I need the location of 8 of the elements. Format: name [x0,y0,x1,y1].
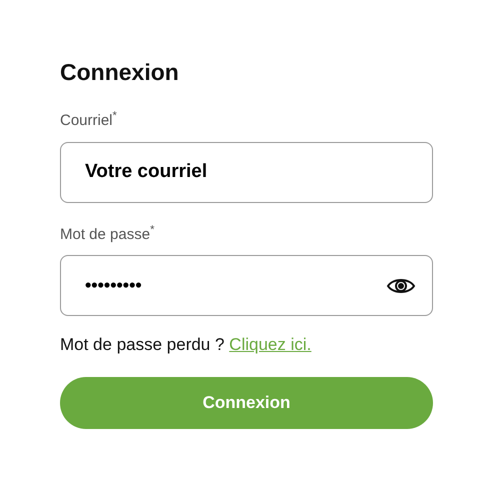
field-label: Mot de passe$^{*}$ [60,224,154,244]
login-button[interactable]: Connexion [60,376,433,428]
form-title: Connexion [60,58,179,86]
email-field[interactable]: Votre courriel [60,142,433,202]
field-label: Courriel$^{*}$ [60,110,117,131]
password-field[interactable]: ••••••••• [60,255,433,316]
lost-password-text: Mot de passe perdu ? Cliquez ici. [60,334,312,356]
click-here-link[interactable]: Cliquez ici. [229,335,312,354]
